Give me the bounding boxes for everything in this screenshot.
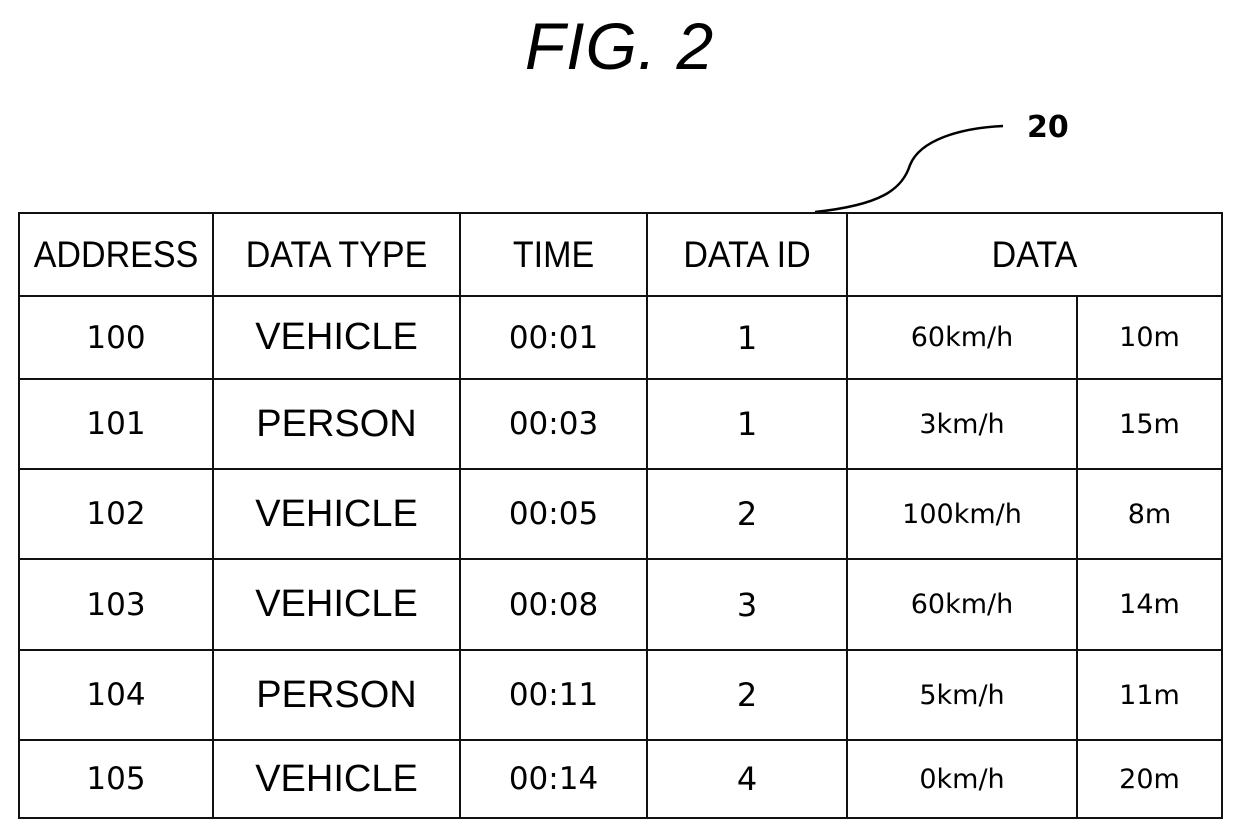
cell-data-type: VEHICLE bbox=[212, 295, 461, 380]
cell-data-id: 2 bbox=[646, 649, 848, 741]
cell-distance: 14m bbox=[1076, 558, 1223, 651]
table-row: 101 PERSON 00:03 1 3km/h 15m bbox=[18, 378, 1223, 470]
cell-data-id: 4 bbox=[646, 739, 848, 819]
cell-data-id: 1 bbox=[646, 378, 848, 470]
cell-distance: 8m bbox=[1076, 468, 1223, 560]
cell-time: 00:03 bbox=[459, 378, 648, 470]
cell-address: 102 bbox=[18, 468, 214, 560]
cell-data-type: PERSON bbox=[212, 378, 461, 470]
cell-data-id: 3 bbox=[646, 558, 848, 651]
cell-address: 101 bbox=[18, 378, 214, 470]
cell-data-id: 2 bbox=[646, 468, 848, 560]
cell-speed: 5km/h bbox=[846, 649, 1078, 741]
cell-speed: 0km/h bbox=[846, 739, 1078, 819]
data-table: ADDRESS DATA TYPE TIME DATA ID DATA 100 … bbox=[18, 212, 1223, 819]
cell-distance: 11m bbox=[1076, 649, 1223, 741]
cell-time: 00:14 bbox=[459, 739, 648, 819]
cell-speed: 100km/h bbox=[846, 468, 1078, 560]
cell-distance: 20m bbox=[1076, 739, 1223, 819]
cell-address: 100 bbox=[18, 295, 214, 380]
cell-time: 00:01 bbox=[459, 295, 648, 380]
table-row: 103 VEHICLE 00:08 3 60km/h 14m bbox=[18, 558, 1223, 651]
cell-data-type: VEHICLE bbox=[212, 739, 461, 819]
table-row: 105 VEHICLE 00:14 4 0km/h 20m bbox=[18, 739, 1223, 819]
cell-data-type: PERSON bbox=[212, 649, 461, 741]
cell-address: 105 bbox=[18, 739, 214, 819]
cell-time: 00:08 bbox=[459, 558, 648, 651]
header-data: DATA bbox=[861, 212, 1208, 297]
cell-data-type: VEHICLE bbox=[212, 468, 461, 560]
header-data-id: DATA ID bbox=[654, 212, 840, 297]
table-row: 104 PERSON 00:11 2 5km/h 11m bbox=[18, 649, 1223, 741]
cell-distance: 15m bbox=[1076, 378, 1223, 470]
cell-time: 00:11 bbox=[459, 649, 648, 741]
header-row: ADDRESS DATA TYPE TIME DATA ID DATA bbox=[19, 212, 1222, 297]
header-data-type: DATA TYPE bbox=[221, 212, 452, 297]
cell-speed: 60km/h bbox=[846, 295, 1078, 380]
reference-numeral: 20 bbox=[1027, 110, 1069, 145]
cell-address: 104 bbox=[18, 649, 214, 741]
figure-title: FIG. 2 bbox=[524, 9, 715, 83]
cell-data-type: VEHICLE bbox=[212, 558, 461, 651]
header-address: ADDRESS bbox=[25, 212, 207, 297]
cell-address: 103 bbox=[18, 558, 214, 651]
cell-speed: 3km/h bbox=[846, 378, 1078, 470]
cell-data-id: 1 bbox=[646, 295, 848, 380]
header-time: TIME bbox=[466, 212, 641, 297]
table-row: 100 VEHICLE 00:01 1 60km/h 10m bbox=[18, 295, 1223, 380]
table-row: 102 VEHICLE 00:05 2 100km/h 8m bbox=[18, 468, 1223, 560]
cell-time: 00:05 bbox=[459, 468, 648, 560]
cell-speed: 60km/h bbox=[846, 558, 1078, 651]
cell-distance: 10m bbox=[1076, 295, 1223, 380]
